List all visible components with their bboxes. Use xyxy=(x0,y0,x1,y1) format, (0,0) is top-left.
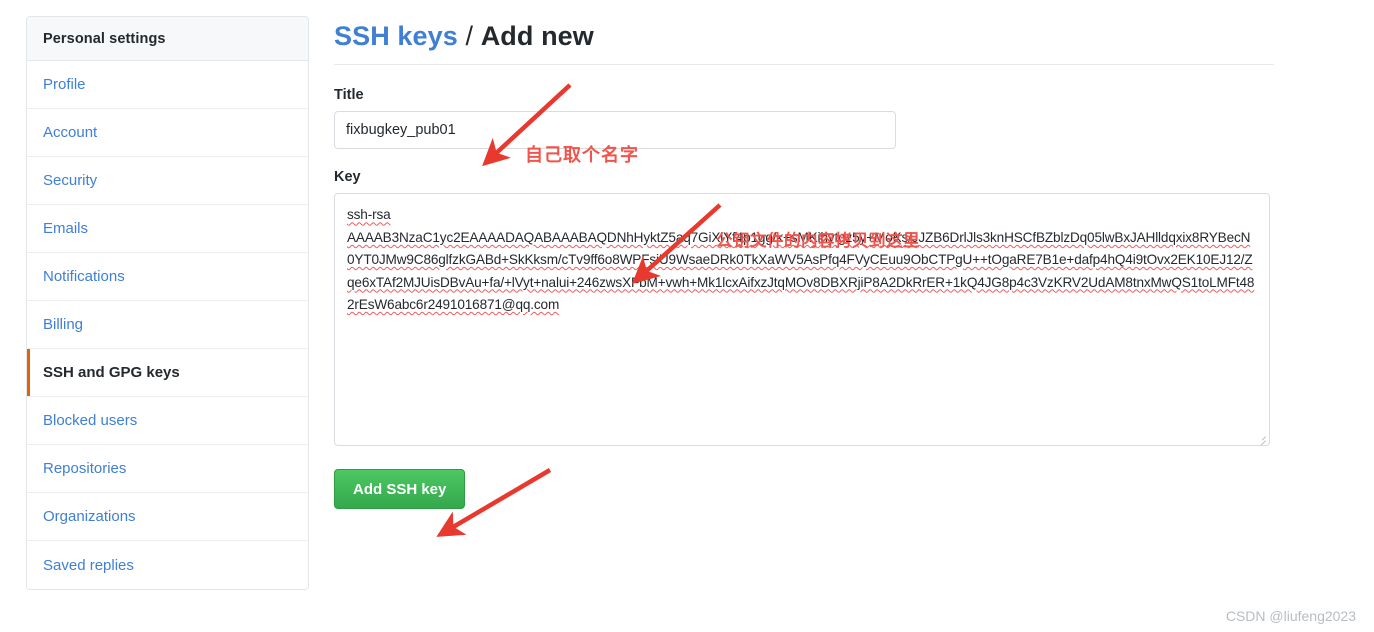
sidebar-item-saved-replies[interactable]: Saved replies xyxy=(27,541,308,589)
main-content: SSH keys / Add new Title Key ssh-rsa AAA… xyxy=(334,20,1279,510)
sidebar-item-security[interactable]: Security xyxy=(27,157,308,205)
settings-page: Personal settings Profile Account Security… xyxy=(0,0,1374,632)
title-field-label: Title xyxy=(334,87,364,104)
sidebar-item-notifications[interactable]: Notifications xyxy=(27,253,308,301)
sidebar-nav-list: Profile Account Security Emails Notification… xyxy=(27,61,308,589)
sidebar-item-label: Account xyxy=(43,124,98,141)
sidebar-item-label: Blocked users xyxy=(43,412,138,429)
sidebar-item-repositories[interactable]: Repositories xyxy=(27,445,308,493)
sidebar-item-label: Repositories xyxy=(43,460,127,477)
sidebar-item-profile[interactable]: Profile xyxy=(27,61,308,109)
page-title-tail: Add new xyxy=(480,21,594,51)
sidebar-item-account[interactable]: Account xyxy=(27,109,308,157)
sidebar-item-blocked-users[interactable]: Blocked users xyxy=(27,397,308,445)
sidebar-item-emails[interactable]: Emails xyxy=(27,205,308,253)
page-title: SSH keys / Add new xyxy=(334,20,1279,64)
sidebar-item-label: Profile xyxy=(43,76,86,93)
page-title-separator: / xyxy=(457,21,481,51)
sidebar-header: Personal settings xyxy=(27,17,308,61)
title-divider xyxy=(334,64,1274,66)
sidebar-item-ssh-and-gpg-keys[interactable]: SSH and GPG keys xyxy=(27,349,308,397)
sidebar-item-label: Notifications xyxy=(43,268,125,285)
key-field-group: Key ssh-rsa AAAAB3NzaC1yc2EAAAADAQABAAAB… xyxy=(334,169,1279,447)
sidebar-item-label: Security xyxy=(43,172,98,189)
annotation-key-note: 公钥文件的内容拷贝到这里 xyxy=(716,232,920,250)
page-title-link[interactable]: SSH keys xyxy=(334,21,458,51)
sidebar-item-label: SSH and GPG keys xyxy=(43,364,180,381)
resize-handle-icon[interactable] xyxy=(1255,431,1267,446)
sidebar-item-label: Saved replies xyxy=(43,556,134,574)
key-field-label: Key xyxy=(334,169,361,186)
sidebar-item-label: Billing xyxy=(43,316,84,333)
sidebar-item-label: Emails xyxy=(43,220,89,237)
key-textarea-value: ssh-rsa AAAAB3NzaC1yc2EAAAADAQABAAABAQDN… xyxy=(347,207,1255,313)
watermark: CSDN @liufeng2023 xyxy=(1225,608,1356,624)
sidebar-item-billing[interactable]: Billing xyxy=(27,301,308,349)
add-ssh-key-button[interactable]: Add SSH key xyxy=(334,469,466,510)
annotation-title-note: 自己取个名字 xyxy=(525,145,639,165)
sidebar-item-organizations[interactable]: Organizations xyxy=(27,493,308,541)
sidebar-item-label: Organizations xyxy=(43,508,136,525)
personal-settings-sidebar: Personal settings Profile Account Security… xyxy=(26,16,309,590)
